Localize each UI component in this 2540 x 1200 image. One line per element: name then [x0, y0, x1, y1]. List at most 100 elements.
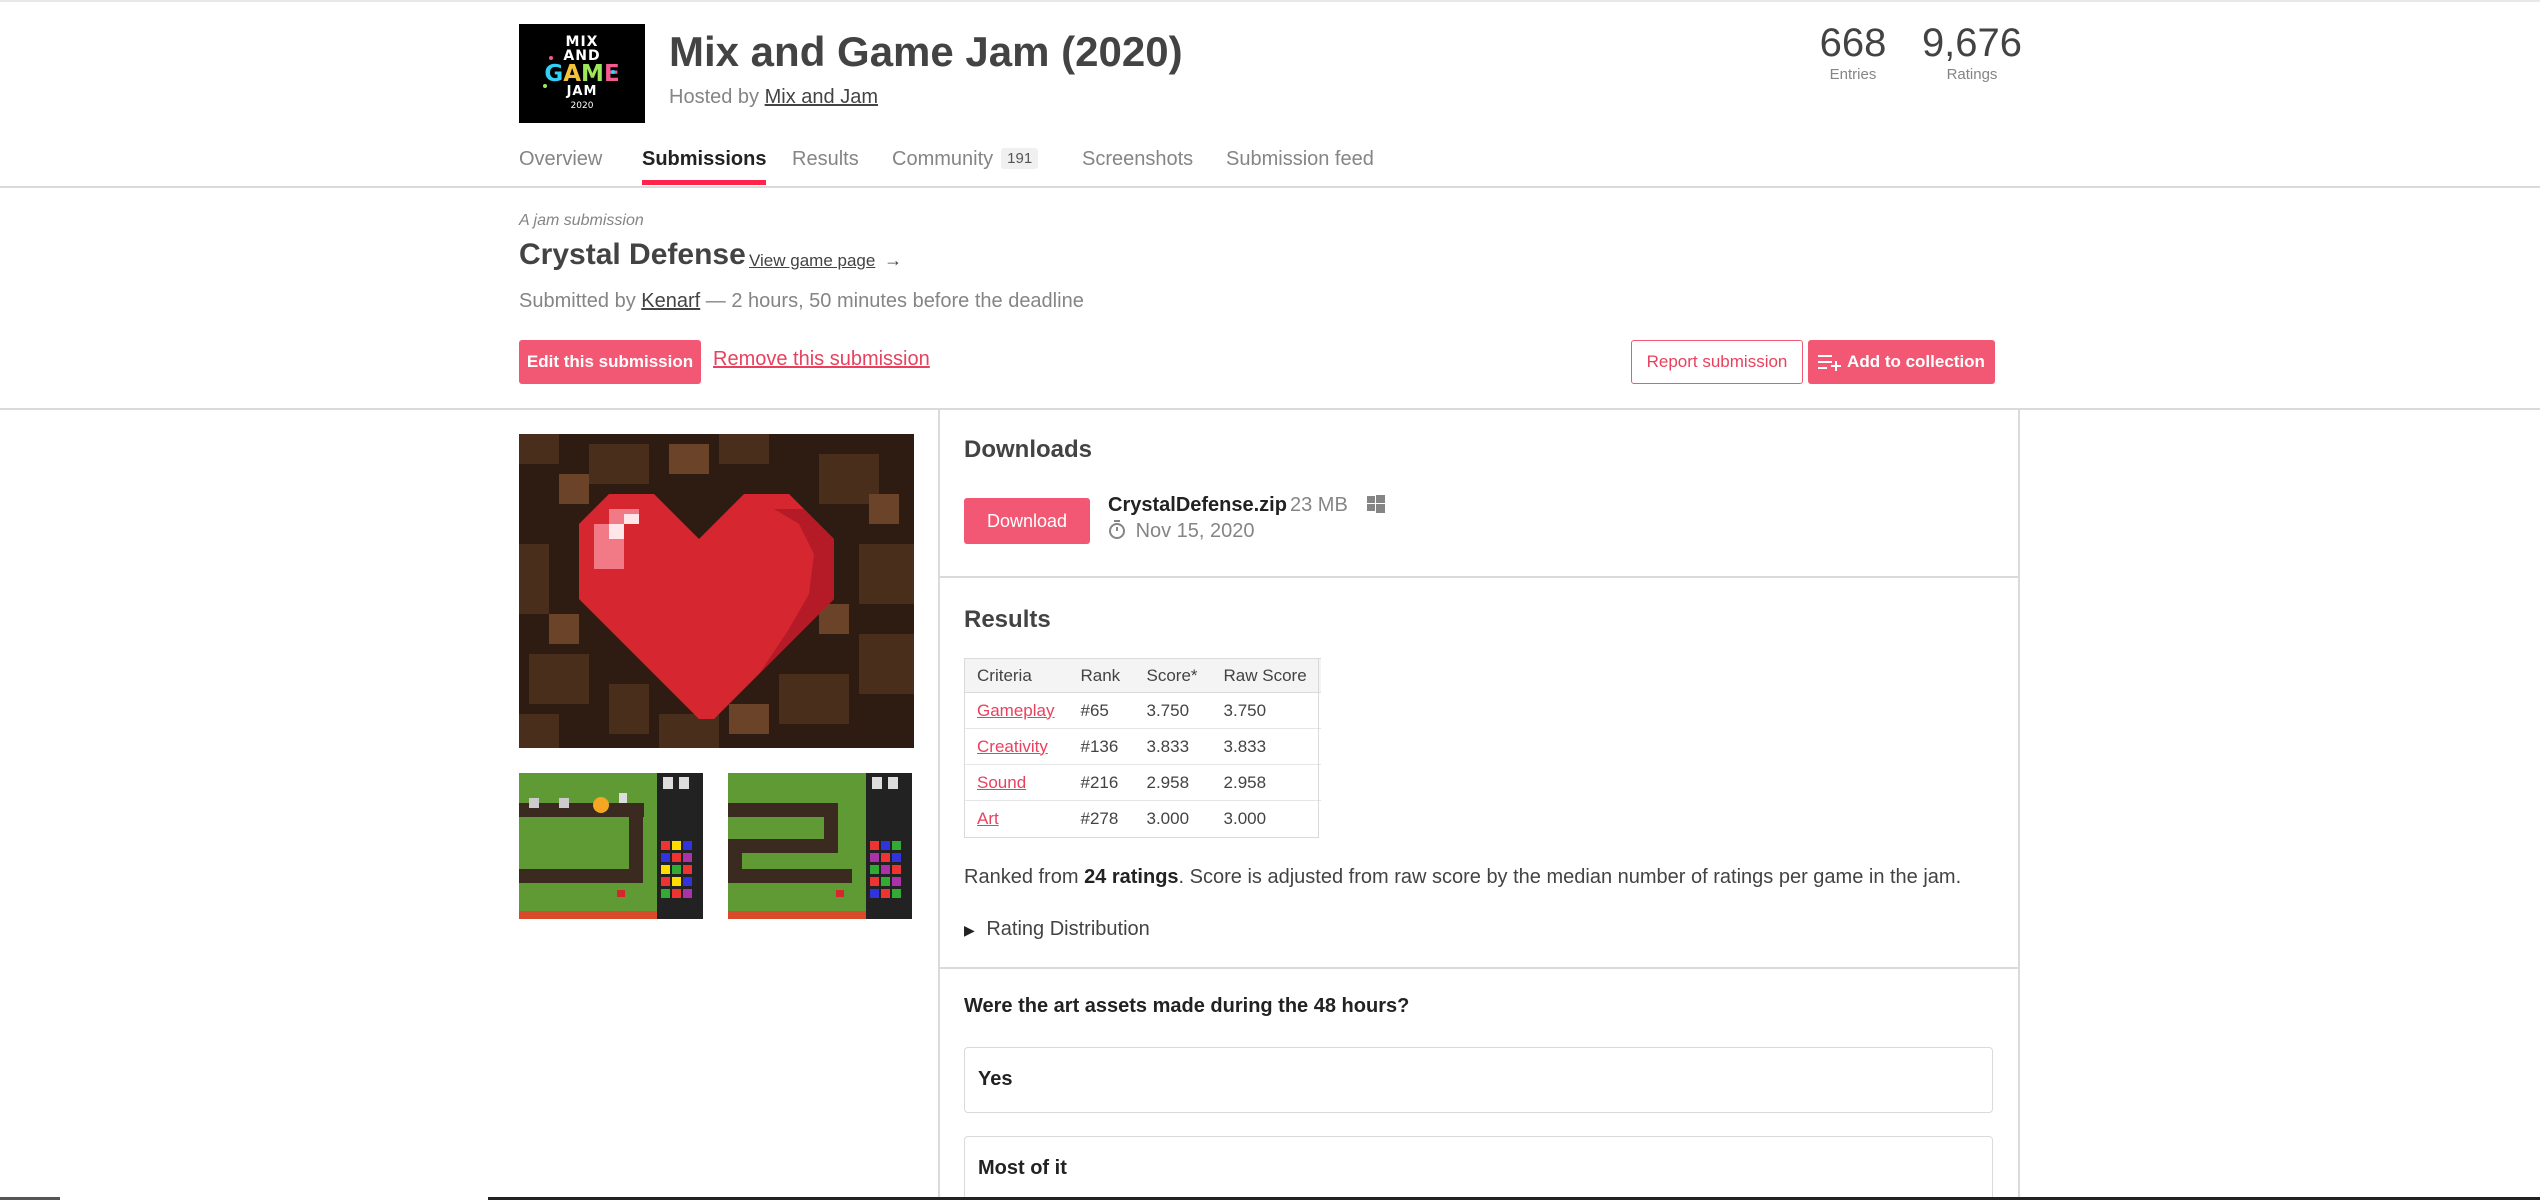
file-size: 23 MB	[1290, 494, 1386, 517]
table-row: Sound #216 2.958 2.958	[964, 764, 1321, 801]
ranked-note: Ranked from 24 ratings. Score is adjuste…	[964, 866, 1961, 889]
table-header-row: Criteria Rank Score* Raw Score	[964, 658, 1321, 693]
windows-icon	[1367, 495, 1386, 513]
score-cell: 3.833	[1133, 728, 1211, 765]
logo-text-year: 2020	[570, 101, 594, 111]
criteria-link[interactable]: Art	[977, 809, 999, 828]
submitted-suffix: — 2 hours, 50 minutes before the deadlin…	[705, 290, 1084, 312]
answer-box: Most of it	[964, 1136, 1993, 1200]
rank-cell: #278	[1080, 808, 1119, 828]
logo-spark	[611, 70, 615, 74]
host-link[interactable]: Mix and Jam	[765, 86, 878, 108]
column-header: Score*	[1133, 658, 1211, 693]
tab-overview[interactable]: Overview	[519, 148, 602, 186]
stat-ratings: 9,676 Ratings	[1918, 20, 2026, 84]
add-to-collection-button[interactable]: Add to collection	[1808, 340, 1995, 384]
logo-text-game: GAME	[544, 61, 620, 87]
stat-value: 9,676	[1921, 21, 2023, 65]
tab-submissions[interactable]: Submissions	[642, 148, 767, 185]
download-button[interactable]: Download	[964, 498, 1090, 544]
criteria-link[interactable]: Creativity	[977, 737, 1048, 756]
stat-label: Ratings	[1946, 66, 1998, 83]
logo-text-mix: MIX	[565, 34, 599, 50]
section-divider	[938, 967, 2020, 969]
column-header: Rank	[1067, 658, 1134, 693]
main-screenshot[interactable]	[519, 434, 914, 748]
thumbnail-image	[519, 773, 703, 919]
criteria-cell: Gameplay	[964, 692, 1068, 729]
file-date-value: Nov 15, 2020	[1135, 520, 1255, 542]
raw-score-cell: 3.000	[1223, 808, 1267, 828]
screenshot-thumbnail-2[interactable]	[728, 773, 912, 919]
jam-title[interactable]: Mix and Game Jam (2020)	[669, 28, 1183, 76]
view-game-page-text[interactable]: View game page	[749, 251, 875, 270]
edit-submission-button[interactable]: Edit this submission	[519, 340, 701, 384]
raw-score-cell: 3.833	[1210, 728, 1321, 765]
remove-submission-link[interactable]: Remove this submission	[713, 348, 930, 371]
results-table: Criteria Rank Score* Raw Score Gameplay …	[964, 658, 1321, 837]
logo-letter: G	[544, 61, 564, 87]
submitted-by: Submitted by Kenarf — 2 hours, 50 minute…	[519, 290, 1084, 313]
logo-text-jam: JAM	[566, 84, 598, 99]
tab-results[interactable]: Results	[792, 148, 859, 186]
ranked-suffix: . Score is adjusted from raw score by th…	[1178, 866, 1962, 888]
community-count-badge: 191	[1001, 148, 1039, 169]
rank-cell: #65	[1067, 692, 1134, 729]
file-name: CrystalDefense.zip	[1108, 494, 1287, 516]
criteria-link[interactable]: Sound	[977, 773, 1026, 792]
game-title: Crystal Defense	[519, 238, 746, 271]
stat-label: Entries	[1829, 66, 1877, 83]
file-size-value: 23 MB	[1290, 494, 1348, 516]
arrow-right-icon: →	[884, 250, 903, 270]
answer-box: Yes	[964, 1047, 1993, 1113]
stat-entries: 668 Entries	[1810, 20, 1896, 84]
tab-community[interactable]: Community 191	[892, 148, 1039, 186]
top-border	[0, 0, 2540, 2]
criteria-cell: Art	[964, 801, 1067, 837]
question-text: Were the art assets made during the 48 h…	[964, 995, 1410, 1017]
downloads-title: Downloads	[964, 436, 1093, 463]
results-title: Results	[964, 606, 1051, 633]
disclosure-triangle-icon: ▶	[964, 922, 975, 938]
rating-distribution-label: Rating Distribution	[986, 918, 1150, 940]
score-cell: 2.958	[1133, 764, 1211, 801]
table-row: Art #278 3.000 3.000	[964, 801, 1321, 837]
column-header: Raw Score	[1210, 658, 1321, 693]
thumbnail-image	[728, 773, 912, 919]
hosted-by-prefix: Hosted by	[669, 86, 760, 108]
logo-spark	[543, 84, 547, 88]
hosted-by: Hosted by Mix and Jam	[669, 86, 878, 109]
rank-cell: #216	[1067, 764, 1134, 801]
author-link[interactable]: Kenarf	[641, 290, 700, 312]
jam-logo[interactable]: MIX AND GAME JAM 2020	[519, 24, 645, 123]
submission-header	[0, 188, 2540, 410]
criteria-link[interactable]: Gameplay	[977, 701, 1054, 720]
tab-screenshots[interactable]: Screenshots	[1082, 148, 1193, 186]
criteria-cell: Sound	[964, 764, 1068, 801]
add-to-collection-label: Add to collection	[1847, 352, 1985, 371]
table-row: Gameplay #65 3.750 3.750	[964, 692, 1321, 729]
criteria-cell: Creativity	[964, 728, 1068, 765]
clock-icon	[1109, 520, 1125, 539]
tab-submission-feed[interactable]: Submission feed	[1226, 148, 1374, 186]
stat-value: 668	[1819, 21, 1887, 65]
submitted-prefix: Submitted by	[519, 290, 636, 312]
ranked-count: 24 ratings	[1084, 866, 1179, 888]
raw-score-cell: 3.750	[1210, 692, 1321, 729]
section-divider	[938, 576, 2020, 578]
heart-image	[519, 434, 914, 748]
logo-letter: E	[603, 61, 620, 87]
jam-submission-label: A jam submission	[519, 212, 644, 229]
ranked-prefix: Ranked from	[964, 866, 1079, 888]
tab-community-label: Community	[892, 148, 994, 170]
report-submission-button[interactable]: Report submission	[1631, 340, 1803, 384]
table-row: Creativity #136 3.833 3.833	[964, 728, 1321, 765]
screenshot-thumbnail-1[interactable]	[519, 773, 703, 919]
column-header: Criteria	[964, 658, 1068, 693]
rating-distribution-toggle[interactable]: ▶ Rating Distribution	[964, 918, 1150, 941]
view-game-page-link[interactable]: View game page →	[749, 250, 902, 271]
file-date: Nov 15, 2020	[1108, 520, 1255, 543]
score-cell: 3.000	[1146, 808, 1190, 828]
column-divider	[938, 410, 940, 1200]
rank-cell: #136	[1067, 728, 1134, 765]
